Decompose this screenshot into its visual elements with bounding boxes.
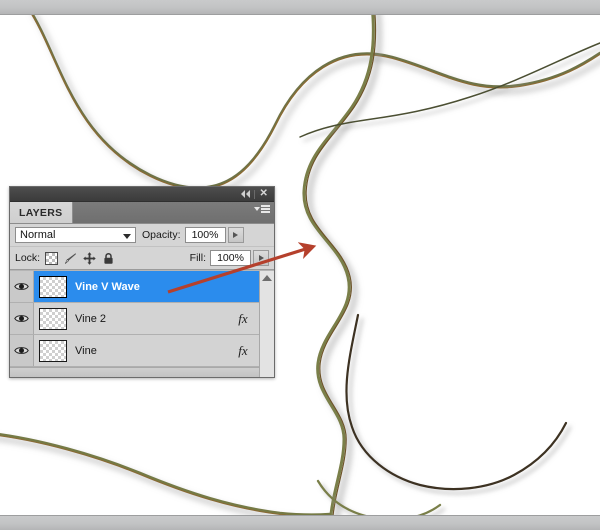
scrollbar-track[interactable]: [261, 281, 274, 377]
eye-visibility-icon: [14, 281, 29, 292]
fill-stepper[interactable]: [253, 250, 269, 266]
tab-layers-label: LAYERS: [19, 206, 63, 219]
fx-label: fx: [238, 310, 248, 326]
layer-list[interactable]: Vine V Wave Vine 2 fx Vine fx: [10, 270, 274, 377]
eye-visibility-icon: [14, 313, 29, 324]
fill-value: 100%: [217, 252, 244, 264]
lock-image-pixels-brush-icon[interactable]: [64, 252, 77, 265]
close-icon[interactable]: ✕: [256, 188, 271, 200]
lock-icon-group: [45, 251, 115, 265]
app-root: ✕ LAYERS Normal Opacity: 100% Lock: Fill…: [0, 0, 600, 530]
tab-layers[interactable]: LAYERS: [10, 202, 74, 223]
eye-visibility-icon: [14, 345, 29, 356]
vine-upper-wave: [31, 15, 600, 190]
layer-name[interactable]: Vine V Wave: [72, 281, 230, 293]
layer-thumbnail-cell[interactable]: [34, 339, 72, 362]
table-row[interactable]: Vine V Wave: [10, 271, 274, 303]
layer-visibility-toggle[interactable]: [10, 303, 34, 334]
stepper-triangle-icon: [233, 232, 239, 238]
opacity-stepper[interactable]: [227, 227, 244, 243]
lock-label: Lock:: [15, 252, 41, 264]
layer-list-scrollbar[interactable]: [259, 271, 274, 377]
panel-menu-lines: [261, 205, 270, 213]
titlebar-separator: [254, 189, 255, 199]
stepper-triangle-icon: [258, 255, 264, 261]
fill-label: Fill:: [189, 252, 206, 264]
lock-all-padlock-icon[interactable]: [102, 252, 115, 265]
blend-mode-value: Normal: [20, 229, 56, 241]
blend-opacity-row: Normal Opacity: 100%: [10, 224, 274, 247]
layer-visibility-toggle[interactable]: [10, 335, 34, 366]
panel-titlebar[interactable]: ✕: [10, 187, 274, 202]
layer-fx-icon[interactable]: fx: [230, 343, 256, 359]
fill-input[interactable]: 100%: [210, 250, 251, 266]
vine-vertical-wave: [302, 15, 377, 515]
layer-name[interactable]: Vine: [72, 345, 230, 357]
vine-lower-left: [0, 433, 332, 515]
opacity-input[interactable]: 100%: [184, 227, 226, 243]
vine-lower-dark-loop: [345, 313, 568, 491]
layers-panel[interactable]: ✕ LAYERS Normal Opacity: 100% Lock: Fill…: [9, 186, 275, 378]
layer-visibility-toggle[interactable]: [10, 271, 34, 302]
table-row[interactable]: Vine fx: [10, 335, 274, 367]
opacity-label: Opacity:: [142, 229, 181, 241]
layer-thumbnail-transparent: [39, 275, 67, 298]
blend-mode-select[interactable]: Normal: [15, 227, 136, 243]
fx-label: fx: [238, 342, 248, 358]
layer-thumbnail-transparent: [39, 307, 67, 330]
layer-thumbnail-cell[interactable]: [34, 275, 72, 298]
lock-position-move-icon[interactable]: [83, 251, 96, 265]
layer-rows: Vine V Wave Vine 2 fx Vine fx: [10, 271, 274, 367]
layer-name[interactable]: Vine 2: [72, 313, 230, 325]
window-top-bar: [0, 0, 600, 15]
lock-fill-row: Lock: Fill: 100%: [10, 247, 274, 270]
lock-transparent-pixels-icon[interactable]: [45, 251, 59, 265]
opacity-value: 100%: [191, 229, 219, 241]
panel-tabstrip[interactable]: LAYERS: [10, 202, 274, 224]
window-bottom-bar: [0, 515, 600, 530]
panel-footer: [10, 367, 274, 377]
panel-menu-triangle: [254, 206, 260, 211]
layer-fx-icon[interactable]: fx: [230, 311, 256, 327]
table-row[interactable]: Vine 2 fx: [10, 303, 274, 335]
chevron-down-icon: [123, 234, 131, 239]
panel-menu-icon[interactable]: [254, 205, 270, 213]
layer-thumbnail-cell[interactable]: [34, 307, 72, 330]
collapse-double-arrow-icon[interactable]: [238, 188, 253, 200]
layer-thumbnail-transparent: [39, 339, 67, 362]
